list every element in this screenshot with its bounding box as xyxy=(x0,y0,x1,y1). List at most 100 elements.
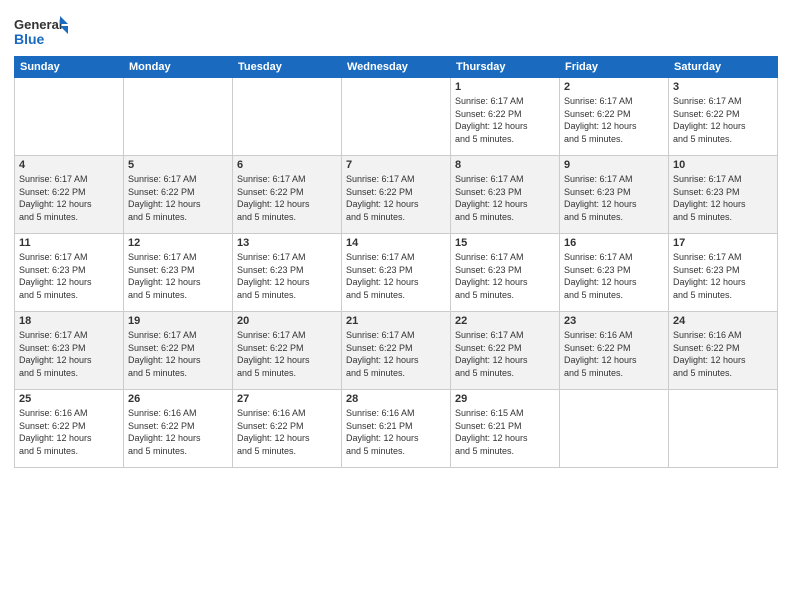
calendar-cell: 12 Sunrise: 6:17 AM Sunset: 6:23 PM Dayli… xyxy=(124,234,233,312)
day-number: 25 xyxy=(19,393,119,405)
calendar-cell: 3 Sunrise: 6:17 AM Sunset: 6:22 PM Daylig… xyxy=(669,78,778,156)
day-number: 1 xyxy=(455,81,555,93)
calendar-cell: 8 Sunrise: 6:17 AM Sunset: 6:23 PM Daylig… xyxy=(451,156,560,234)
calendar-cell: 25 Sunrise: 6:16 AM Sunset: 6:22 PM Dayli… xyxy=(15,390,124,468)
calendar-cell: 23 Sunrise: 6:16 AM Sunset: 6:22 PM Dayli… xyxy=(560,312,669,390)
calendar-page: General Blue SundayMondayTuesdayWednesda… xyxy=(0,0,792,612)
calendar-cell xyxy=(669,390,778,468)
day-info: Sunrise: 6:17 AM Sunset: 6:22 PM Dayligh… xyxy=(673,95,773,145)
calendar-cell xyxy=(15,78,124,156)
day-number: 10 xyxy=(673,159,773,171)
day-info: Sunrise: 6:17 AM Sunset: 6:23 PM Dayligh… xyxy=(564,173,664,223)
calendar-week-row: 1 Sunrise: 6:17 AM Sunset: 6:22 PM Daylig… xyxy=(15,78,778,156)
calendar-cell: 5Sunrise: 6:17 AM Sunset: 6:22 PM Daylig… xyxy=(124,156,233,234)
calendar-cell: 18Sunrise: 6:17 AM Sunset: 6:23 PM Dayli… xyxy=(15,312,124,390)
weekday-header-row: SundayMondayTuesdayWednesdayThursdayFrid… xyxy=(15,57,778,78)
calendar-cell: 16 Sunrise: 6:17 AM Sunset: 6:23 PM Dayli… xyxy=(560,234,669,312)
day-number: 20 xyxy=(237,315,337,327)
day-info: Sunrise: 6:17 AM Sunset: 6:23 PM Dayligh… xyxy=(19,251,119,301)
svg-text:General: General xyxy=(14,17,62,32)
day-info: Sunrise: 6:16 AM Sunset: 6:22 PM Dayligh… xyxy=(564,329,664,379)
calendar-cell: 15 Sunrise: 6:17 AM Sunset: 6:23 PM Dayli… xyxy=(451,234,560,312)
day-info: Sunrise: 6:17 AM Sunset: 6:22 PM Dayligh… xyxy=(564,95,664,145)
day-number: 4 xyxy=(19,159,119,171)
calendar-cell xyxy=(124,78,233,156)
weekday-header-thursday: Thursday xyxy=(451,57,560,78)
day-number: 16 xyxy=(564,237,664,249)
weekday-header-saturday: Saturday xyxy=(669,57,778,78)
calendar-cell: 6 Sunrise: 6:17 AM Sunset: 6:22 PM Daylig… xyxy=(233,156,342,234)
day-info: Sunrise: 6:16 AM Sunset: 6:22 PM Dayligh… xyxy=(19,407,119,457)
day-number: 9 xyxy=(564,159,664,171)
day-number: 11 xyxy=(19,237,119,249)
day-number: 12 xyxy=(128,237,228,249)
day-info: Sunrise: 6:16 AM Sunset: 6:22 PM Dayligh… xyxy=(673,329,773,379)
logo-svg: General Blue xyxy=(14,14,69,50)
calendar-cell: 7Sunrise: 6:17 AM Sunset: 6:22 PM Daylig… xyxy=(342,156,451,234)
calendar-cell: 4 Sunrise: 6:17 AM Sunset: 6:22 PM Daylig… xyxy=(15,156,124,234)
calendar-cell: 17Sunrise: 6:17 AM Sunset: 6:23 PM Dayli… xyxy=(669,234,778,312)
weekday-header-sunday: Sunday xyxy=(15,57,124,78)
calendar-table: SundayMondayTuesdayWednesdayThursdayFrid… xyxy=(14,56,778,468)
day-info: Sunrise: 6:17 AM Sunset: 6:23 PM Dayligh… xyxy=(128,251,228,301)
weekday-header-tuesday: Tuesday xyxy=(233,57,342,78)
day-number: 17 xyxy=(673,237,773,249)
day-info: Sunrise: 6:17 AM Sunset: 6:23 PM Dayligh… xyxy=(455,251,555,301)
calendar-cell: 13 Sunrise: 6:17 AM Sunset: 6:23 PM Dayli… xyxy=(233,234,342,312)
calendar-cell: 1 Sunrise: 6:17 AM Sunset: 6:22 PM Daylig… xyxy=(451,78,560,156)
day-number: 13 xyxy=(237,237,337,249)
calendar-cell: 24 Sunrise: 6:16 AM Sunset: 6:22 PM Dayli… xyxy=(669,312,778,390)
day-info: Sunrise: 6:17 AM Sunset: 6:23 PM Dayligh… xyxy=(19,329,119,379)
logo: General Blue xyxy=(14,14,69,50)
day-info: Sunrise: 6:17 AM Sunset: 6:22 PM Dayligh… xyxy=(346,173,446,223)
day-info: Sunrise: 6:16 AM Sunset: 6:22 PM Dayligh… xyxy=(128,407,228,457)
calendar-cell: 27Sunrise: 6:16 AM Sunset: 6:22 PM Dayli… xyxy=(233,390,342,468)
day-number: 21 xyxy=(346,315,446,327)
calendar-cell: 9 Sunrise: 6:17 AM Sunset: 6:23 PM Daylig… xyxy=(560,156,669,234)
day-info: Sunrise: 6:17 AM Sunset: 6:23 PM Dayligh… xyxy=(564,251,664,301)
calendar-cell: 19Sunrise: 6:17 AM Sunset: 6:22 PM Dayli… xyxy=(124,312,233,390)
calendar-cell: 26Sunrise: 6:16 AM Sunset: 6:22 PM Dayli… xyxy=(124,390,233,468)
day-info: Sunrise: 6:17 AM Sunset: 6:22 PM Dayligh… xyxy=(128,329,228,379)
calendar-cell: 14 Sunrise: 6:17 AM Sunset: 6:23 PM Dayli… xyxy=(342,234,451,312)
calendar-body: 1 Sunrise: 6:17 AM Sunset: 6:22 PM Daylig… xyxy=(15,78,778,468)
calendar-cell xyxy=(342,78,451,156)
day-info: Sunrise: 6:17 AM Sunset: 6:22 PM Dayligh… xyxy=(455,329,555,379)
svg-text:Blue: Blue xyxy=(14,31,45,47)
day-number: 8 xyxy=(455,159,555,171)
weekday-header-monday: Monday xyxy=(124,57,233,78)
day-number: 14 xyxy=(346,237,446,249)
day-info: Sunrise: 6:17 AM Sunset: 6:22 PM Dayligh… xyxy=(455,95,555,145)
calendar-cell: 20Sunrise: 6:17 AM Sunset: 6:22 PM Dayli… xyxy=(233,312,342,390)
day-info: Sunrise: 6:16 AM Sunset: 6:21 PM Dayligh… xyxy=(346,407,446,457)
calendar-week-row: 4 Sunrise: 6:17 AM Sunset: 6:22 PM Daylig… xyxy=(15,156,778,234)
calendar-week-row: 25 Sunrise: 6:16 AM Sunset: 6:22 PM Dayli… xyxy=(15,390,778,468)
day-number: 24 xyxy=(673,315,773,327)
calendar-cell: 29Sunrise: 6:15 AM Sunset: 6:21 PM Dayli… xyxy=(451,390,560,468)
day-info: Sunrise: 6:17 AM Sunset: 6:22 PM Dayligh… xyxy=(19,173,119,223)
calendar-cell: 10Sunrise: 6:17 AM Sunset: 6:23 PM Dayli… xyxy=(669,156,778,234)
day-info: Sunrise: 6:17 AM Sunset: 6:22 PM Dayligh… xyxy=(237,173,337,223)
calendar-cell: 28 Sunrise: 6:16 AM Sunset: 6:21 PM Dayli… xyxy=(342,390,451,468)
header-area: General Blue xyxy=(14,10,778,50)
day-number: 28 xyxy=(346,393,446,405)
day-number: 6 xyxy=(237,159,337,171)
day-number: 15 xyxy=(455,237,555,249)
calendar-week-row: 11 Sunrise: 6:17 AM Sunset: 6:23 PM Dayli… xyxy=(15,234,778,312)
day-number: 5 xyxy=(128,159,228,171)
calendar-cell xyxy=(233,78,342,156)
day-info: Sunrise: 6:17 AM Sunset: 6:23 PM Dayligh… xyxy=(237,251,337,301)
calendar-week-row: 18Sunrise: 6:17 AM Sunset: 6:23 PM Dayli… xyxy=(15,312,778,390)
day-number: 3 xyxy=(673,81,773,93)
weekday-header-wednesday: Wednesday xyxy=(342,57,451,78)
day-number: 23 xyxy=(564,315,664,327)
calendar-cell: 2Sunrise: 6:17 AM Sunset: 6:22 PM Daylig… xyxy=(560,78,669,156)
day-number: 22 xyxy=(455,315,555,327)
day-info: Sunrise: 6:17 AM Sunset: 6:23 PM Dayligh… xyxy=(346,251,446,301)
day-info: Sunrise: 6:17 AM Sunset: 6:23 PM Dayligh… xyxy=(455,173,555,223)
calendar-cell xyxy=(560,390,669,468)
day-info: Sunrise: 6:17 AM Sunset: 6:22 PM Dayligh… xyxy=(346,329,446,379)
day-info: Sunrise: 6:16 AM Sunset: 6:22 PM Dayligh… xyxy=(237,407,337,457)
day-number: 29 xyxy=(455,393,555,405)
calendar-cell: 11 Sunrise: 6:17 AM Sunset: 6:23 PM Dayli… xyxy=(15,234,124,312)
